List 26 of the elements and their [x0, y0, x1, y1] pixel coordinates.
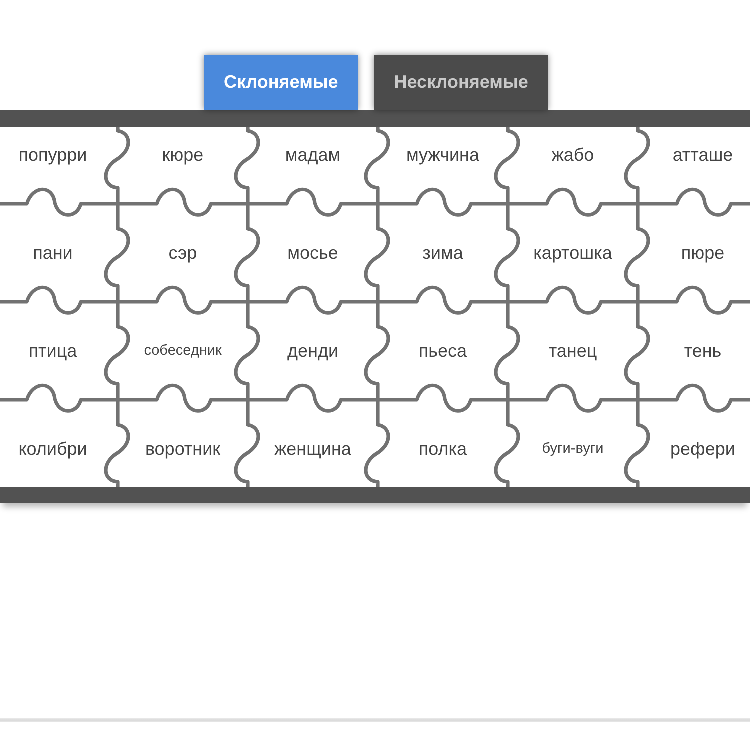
puzzle-word[interactable]: собеседник: [144, 343, 222, 359]
puzzle-word[interactable]: танец: [548, 340, 598, 362]
puzzle-word[interactable]: рефери: [670, 438, 736, 460]
puzzle-word[interactable]: пьеса: [418, 340, 468, 362]
puzzle-word[interactable]: мужчина: [406, 144, 480, 166]
puzzle-word[interactable]: воротник: [145, 438, 221, 460]
puzzle-word[interactable]: жабо: [552, 144, 594, 166]
puzzle-word[interactable]: кюре: [162, 144, 204, 166]
puzzle-word[interactable]: женщина: [274, 438, 352, 460]
puzzle-word[interactable]: птица: [28, 340, 78, 362]
puzzle-word[interactable]: буги-вуги: [542, 441, 604, 457]
puzzle-word[interactable]: сэр: [168, 242, 198, 264]
puzzle-word[interactable]: попурри: [18, 144, 88, 166]
category-tab[interactable]: Несклоняемые: [374, 55, 548, 110]
puzzle-word[interactable]: пани: [33, 242, 73, 264]
puzzle-word[interactable]: атташе: [672, 144, 734, 166]
puzzle-word[interactable]: пюре: [681, 242, 725, 264]
puzzle-word[interactable]: зима: [422, 242, 464, 264]
puzzle-word[interactable]: колибри: [18, 438, 88, 460]
puzzle-word[interactable]: тень: [684, 340, 722, 362]
category-tab[interactable]: Склоняемые: [204, 55, 358, 110]
puzzle-word[interactable]: полка: [418, 438, 468, 460]
puzzle-word[interactable]: картошка: [534, 242, 612, 264]
puzzle-word[interactable]: денди: [287, 340, 338, 362]
puzzle-word[interactable]: мадам: [285, 144, 341, 166]
puzzle-word[interactable]: мосье: [288, 242, 338, 264]
